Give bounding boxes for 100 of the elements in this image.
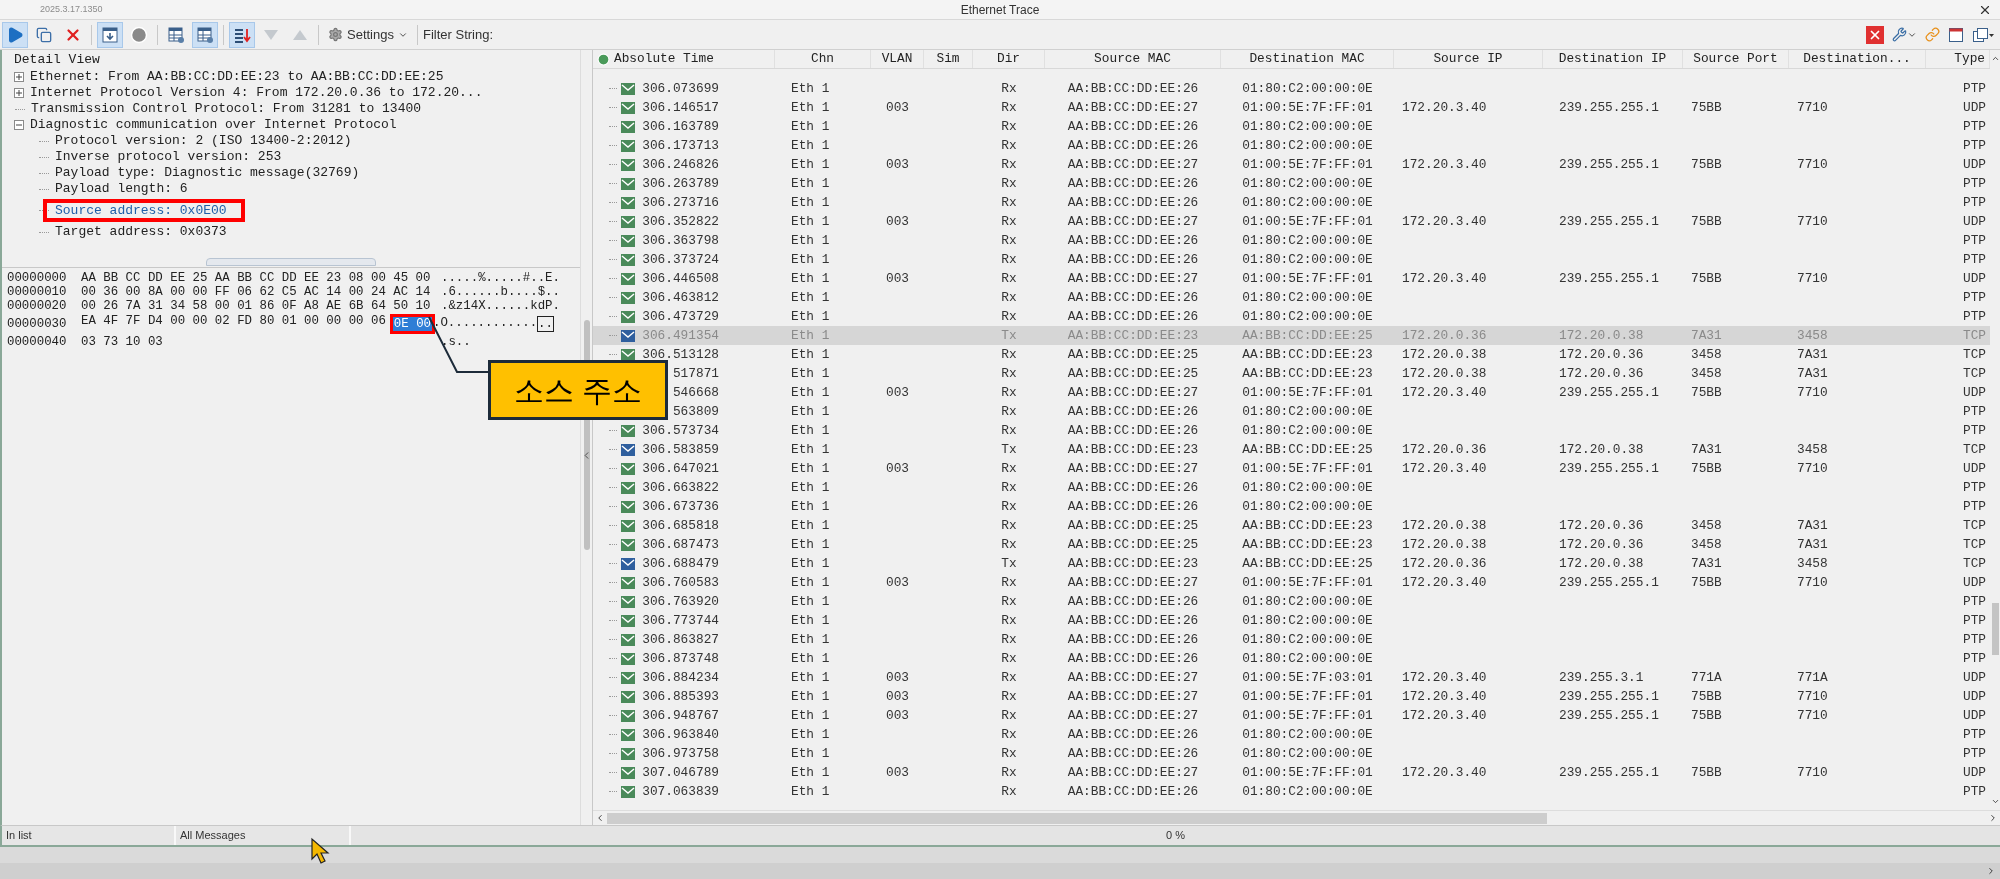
toolbar-button[interactable] <box>229 21 255 48</box>
scroll-left-icon[interactable] <box>595 813 605 823</box>
type-cell: PTP <box>1962 308 1986 324</box>
column-header[interactable]: Absolute Time <box>593 50 775 68</box>
scrollbar-thumb[interactable] <box>607 812 1547 824</box>
tree-item[interactable]: Source address: 0x0E00 <box>43 199 245 222</box>
destination-mac-cell: AA:BB:CC:DD:EE:23 <box>1242 346 1373 362</box>
table-row[interactable]: 306.863827 Eth 1 Rx AA:BB:CC:DD:EE:26 01:80:C2:00:00:0E PTP <box>593 630 1990 649</box>
table-row[interactable]: 306.246826 Eth 1 003 Rx AA:BB:CC:DD:EE:27 01:00:5E:7F:FF:01 172.20.3.40 239.255.255.1 75BB 7710 UDP <box>593 155 1990 174</box>
splitter-handle[interactable] <box>206 258 376 266</box>
column-header[interactable]: Destination... <box>1789 50 1926 68</box>
table-row[interactable]: 306.073699 Eth 1 Rx AA:BB:CC:DD:EE:26 01:80:C2:00:00:0E PTP <box>593 79 1990 98</box>
source-port-cell: 7A31 <box>1691 327 1722 343</box>
table-row[interactable]: 307.063839 Eth 1 Rx AA:BB:CC:DD:EE:26 01:80:C2:00:00:0E PTP <box>593 782 1990 801</box>
source-port-cell: 75BB <box>1691 707 1722 723</box>
column-header[interactable]: Source MAC <box>1045 50 1221 68</box>
column-header[interactable]: Sim <box>924 50 973 68</box>
table-row[interactable]: 306.948767 Eth 1 003 Rx AA:BB:CC:DD:EE:27 01:00:5E:7F:FF:01 172.20.3.40 239.255.255.1 75BB 7710 UDP <box>593 706 1990 725</box>
toolbar-button[interactable] <box>2 21 28 48</box>
time-cell-text: 306.863827 <box>642 630 719 649</box>
expand-icon[interactable] <box>14 88 24 98</box>
table-row[interactable]: 306.273716 Eth 1 Rx AA:BB:CC:DD:EE:26 01:80:C2:00:00:0E PTP <box>593 193 1990 212</box>
channel-cell: Eth 1 <box>791 232 830 248</box>
expand-icon[interactable] <box>14 72 24 82</box>
settings-button[interactable]: Settings <box>324 24 412 45</box>
hex-bytes: EA 4F 7F D4 00 00 02 FD 80 01 00 00 00 06 <box>81 314 386 330</box>
table-row[interactable]: 306.688479 Eth 1 Tx AA:BB:CC:DD:EE:23 AA:BB:CC:DD:EE:25 172.20.0.36 172.20.0.38 7A31 3458 TCP <box>593 554 1990 573</box>
table-row[interactable]: 306.583859 Eth 1 Tx AA:BB:CC:DD:EE:23 AA:BB:CC:DD:EE:25 172.20.0.36 172.20.0.38 7A31 3458 TCP <box>593 440 1990 459</box>
direction-cell: Rx <box>1001 270 1017 286</box>
channel-cell: Eth 1 <box>791 403 830 419</box>
source-mac-cell: AA:BB:CC:DD:EE:25 <box>1067 517 1199 533</box>
table-row[interactable]: 306.573734 Eth 1 Rx AA:BB:CC:DD:EE:26 01:80:C2:00:00:0E PTP <box>593 421 1990 440</box>
table-row[interactable]: 306.763920 Eth 1 Rx AA:BB:CC:DD:EE:26 01:80:C2:00:00:0E PTP <box>593 592 1990 611</box>
table-row[interactable]: 306.373724 Eth 1 Rx AA:BB:CC:DD:EE:26 01:80:C2:00:00:0E PTP <box>593 250 1990 269</box>
channel-cell: Eth 1 <box>791 99 830 115</box>
time-cell-text: 306.446508 <box>642 269 719 288</box>
table-row[interactable]: 306.663822 Eth 1 Rx AA:BB:CC:DD:EE:26 01:80:C2:00:00:0E PTP <box>593 478 1990 497</box>
table-row[interactable]: 306.163789 Eth 1 Rx AA:BB:CC:DD:EE:26 01:80:C2:00:00:0E PTP <box>593 117 1990 136</box>
table-row[interactable]: 306.673736 Eth 1 Rx AA:BB:CC:DD:EE:26 01:80:C2:00:00:0E PTP <box>593 497 1990 516</box>
scroll-down-icon[interactable] <box>1990 797 2000 806</box>
table-row[interactable]: 306.263789 Eth 1 Rx AA:BB:CC:DD:EE:26 01:80:C2:00:00:0E PTP <box>593 174 1990 193</box>
table-row[interactable]: 306.352822 Eth 1 003 Rx AA:BB:CC:DD:EE:27 01:00:5E:7F:FF:01 172.20.3.40 239.255.255.1 75BB 7710 UDP <box>593 212 1990 231</box>
scroll-right-icon[interactable] <box>1988 813 1998 823</box>
column-header[interactable]: Destination MAC <box>1221 50 1394 68</box>
table-row[interactable]: 306.146517 Eth 1 003 Rx AA:BB:CC:DD:EE:27 01:00:5E:7F:FF:01 172.20.3.40 239.255.255.1 75BB 7710 UDP <box>593 98 1990 117</box>
time-cell-text: 563809 <box>672 402 719 421</box>
table-row[interactable]: 306.363798 Eth 1 Rx AA:BB:CC:DD:EE:26 01:80:C2:00:00:0E PTP <box>593 231 1990 250</box>
type-cell: PTP <box>1962 137 1986 153</box>
source-port-cell: 75BB <box>1691 460 1722 476</box>
time-cell-text: 306.885393 <box>642 687 719 706</box>
windows-icon[interactable] <box>1972 26 1994 43</box>
destination-ip-cell: 239.255.255.1 <box>1559 99 1659 115</box>
scroll-up-icon[interactable] <box>1990 54 2000 63</box>
table-row[interactable]: 306.884234 Eth 1 003 Rx AA:BB:CC:DD:EE:27 01:00:5E:7F:03:01 172.20.3.40 239.255.3.1 771A 771A UDP <box>593 668 1990 687</box>
type-cell: PTP <box>1962 251 1986 267</box>
type-cell: PTP <box>1962 175 1986 191</box>
destination-mac-cell: AA:BB:CC:DD:EE:25 <box>1242 327 1373 343</box>
table-row[interactable]: 307.046789 Eth 1 003 Rx AA:BB:CC:DD:EE:27 01:00:5E:7F:FF:01 172.20.3.40 239.255.255.1 75BB 7710 UDP <box>593 763 1990 782</box>
callout-tooltip: 소스 주소 <box>488 360 668 420</box>
table-row[interactable]: 306.873748 Eth 1 Rx AA:BB:CC:DD:EE:26 01:80:C2:00:00:0E PTP <box>593 649 1990 668</box>
toolbar-button[interactable] <box>97 21 123 48</box>
direction-cell: Tx <box>1001 441 1017 457</box>
tree-item[interactable]: Target address: 0x0373 <box>53 222 227 242</box>
hex-ascii: .6......b....$.. <box>441 285 560 299</box>
column-header[interactable]: Source IP <box>1394 50 1543 68</box>
destination-mac-cell: 01:00:5E:7F:03:01 <box>1242 669 1373 685</box>
column-header[interactable]: Dir <box>973 50 1045 68</box>
table-row[interactable]: 306.685818 Eth 1 Rx AA:BB:CC:DD:EE:25 AA:BB:CC:DD:EE:23 172.20.0.38 172.20.0.36 3458 7A31 TCP <box>593 516 1990 535</box>
table-row[interactable]: 306.463812 Eth 1 Rx AA:BB:CC:DD:EE:26 01:80:C2:00:00:0E PTP <box>593 288 1990 307</box>
scrollbar-thumb[interactable] <box>1991 603 1999 655</box>
source-mac-cell: AA:BB:CC:DD:EE:25 <box>1067 365 1199 381</box>
window-icon[interactable] <box>1948 26 1964 43</box>
column-header[interactable]: Chn <box>775 50 871 68</box>
wrench-icon[interactable] <box>1892 27 1917 42</box>
time-cell-text: 306.373724 <box>642 250 719 269</box>
direction-cell: Rx <box>1001 783 1017 799</box>
table-row[interactable]: 306.963840 Eth 1 Rx AA:BB:CC:DD:EE:26 01:80:C2:00:00:0E PTP <box>593 725 1990 744</box>
collapse-icon[interactable] <box>14 120 24 130</box>
column-header[interactable]: Source Port <box>1683 50 1789 68</box>
channel-cell: Eth 1 <box>791 612 830 628</box>
direction-cell: Rx <box>1001 726 1017 742</box>
scroll-right-icon[interactable] <box>1986 866 1996 876</box>
table-row[interactable]: 306.760583 Eth 1 003 Rx AA:BB:CC:DD:EE:27 01:00:5E:7F:FF:01 172.20.3.40 239.255.255.1 75BB 7710 UDP <box>593 573 1990 592</box>
table-row[interactable]: 306.773744 Eth 1 Rx AA:BB:CC:DD:EE:26 01:80:C2:00:00:0E PTP <box>593 611 1990 630</box>
source-ip-cell: 172.20.0.38 <box>1402 517 1487 533</box>
time-cell-text: 306.073699 <box>642 79 719 98</box>
time-cell-text: 306.573734 <box>642 421 719 440</box>
channel-cell: Eth 1 <box>791 441 830 457</box>
toolbar-button[interactable] <box>192 21 218 48</box>
table-row[interactable]: 306.973758 Eth 1 Rx AA:BB:CC:DD:EE:26 01:80:C2:00:00:0E PTP <box>593 744 1990 763</box>
table-row[interactable]: 306.446508 Eth 1 003 Rx AA:BB:CC:DD:EE:27 01:00:5E:7F:FF:01 172.20.3.40 239.255.255.1 75BB 7710 UDP <box>593 269 1990 288</box>
table-row[interactable]: 306.647021 Eth 1 003 Rx AA:BB:CC:DD:EE:27 01:00:5E:7F:FF:01 172.20.3.40 239.255.255.1 75BB 7710 UDP <box>593 459 1990 478</box>
table-row[interactable]: 306.687473 Eth 1 Rx AA:BB:CC:DD:EE:25 AA:BB:CC:DD:EE:23 172.20.0.38 172.20.0.36 3458 7A31 TCP <box>593 535 1990 554</box>
column-header[interactable]: Destination IP <box>1543 50 1683 68</box>
table-row[interactable]: 306.473729 Eth 1 Rx AA:BB:CC:DD:EE:26 01:80:C2:00:00:0E PTP <box>593 307 1990 326</box>
type-cell: TCP <box>1962 365 1986 381</box>
type-cell: PTP <box>1962 612 1986 628</box>
column-header[interactable]: VLAN <box>871 50 924 68</box>
table-row[interactable]: 306.885393 Eth 1 003 Rx AA:BB:CC:DD:EE:27 01:00:5E:7F:FF:01 172.20.3.40 239.255.255.1 75BB 7710 UDP <box>593 687 1990 706</box>
table-row[interactable]: 306.173713 Eth 1 Rx AA:BB:CC:DD:EE:26 01:80:C2:00:00:0E PTP <box>593 136 1990 155</box>
